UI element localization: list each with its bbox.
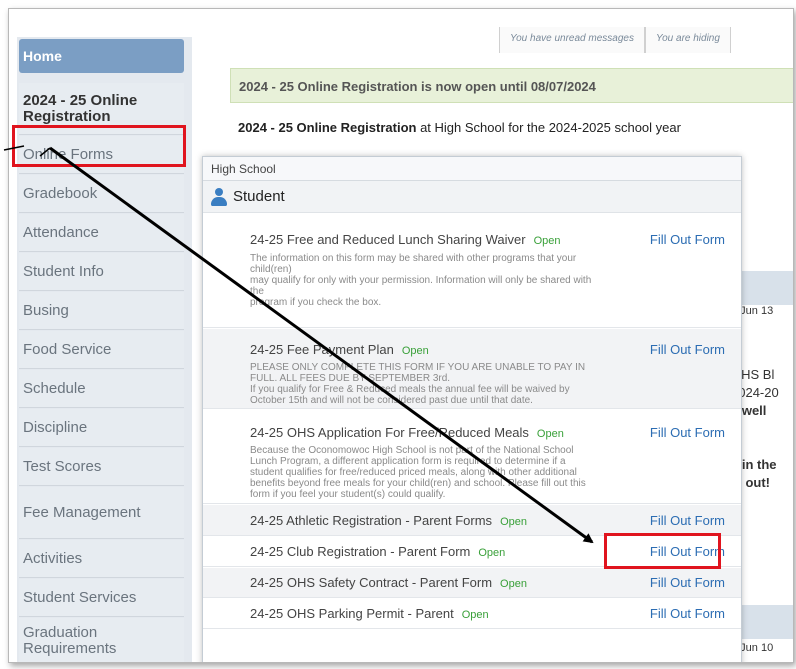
sidebar-item-student-services[interactable]: Student Services: [19, 579, 184, 617]
form-status: Open: [461, 609, 489, 621]
form-status: Open: [478, 547, 506, 559]
fill-out-form-callout: [604, 533, 721, 569]
top-notification-bar: You have unread messages You are hiding: [499, 27, 731, 53]
form-row: 24-25 OHS Application For Free/Reduced M…: [203, 410, 741, 504]
unread-messages-tab[interactable]: You have unread messages: [499, 27, 645, 53]
fill-out-form-link[interactable]: Fill Out Form: [650, 342, 725, 357]
form-status: Open: [536, 428, 564, 440]
registration-line-rest: at High School for the 2024-2025 school …: [416, 120, 681, 135]
form-title: 24-25 Fee Payment Plan Open: [250, 342, 429, 357]
sidebar-item-food-service[interactable]: Food Service: [19, 331, 184, 369]
person-icon: [209, 187, 229, 207]
form-title: 24-25 Free and Reduced Lunch Sharing Wai…: [250, 232, 561, 247]
fill-out-form-link[interactable]: Fill Out Form: [650, 425, 725, 440]
form-title: 24-25 OHS Safety Contract - Parent Form O…: [250, 575, 527, 590]
form-status: Open: [500, 578, 527, 590]
form-row: 24-25 Athletic Registration - Parent For…: [203, 505, 741, 536]
sidebar-item-busing[interactable]: Busing: [19, 292, 184, 330]
student-header: Student: [203, 181, 741, 213]
form-description: Because the Oconomowoc High School is no…: [250, 445, 586, 500]
registration-banner: 2024 - 25 Online Registration is now ope…: [230, 68, 793, 103]
sidebar-item-home[interactable]: Home: [19, 39, 184, 73]
sidebar-item-gradebook[interactable]: Gradebook: [19, 175, 184, 213]
form-row: 24-25 Free and Reduced Lunch Sharing Wai…: [203, 215, 741, 328]
form-status: Open: [401, 345, 429, 357]
form-status: Open: [500, 516, 527, 528]
form-description: The information on this form may be shar…: [250, 253, 592, 308]
student-name: Student: [233, 188, 285, 205]
sidebar-item-test-scores[interactable]: Test Scores: [19, 448, 184, 486]
fill-out-form-link[interactable]: Fill Out Form: [650, 513, 725, 528]
hiding-tab[interactable]: You are hiding: [644, 27, 731, 53]
registration-line: 2024 - 25 Online Registration at High Sc…: [238, 120, 681, 135]
school-header: High School: [203, 157, 741, 181]
form-row: 24-25 OHS Parking Permit - Parent Open Fi…: [203, 599, 741, 629]
form-title: 24-25 OHS Application For Free/Reduced M…: [250, 425, 564, 440]
form-title: 24-25 Athletic Registration - Parent For…: [250, 513, 527, 528]
form-title: 24-25 OHS Parking Permit - Parent Open: [250, 606, 489, 621]
sidebar-item-attendance[interactable]: Attendance: [19, 214, 184, 252]
fill-out-form-link[interactable]: Fill Out Form: [650, 606, 725, 621]
online-forms-callout: [12, 125, 186, 167]
sidebar-item-schedule[interactable]: Schedule: [19, 370, 184, 408]
form-row: 24-25 Fee Payment Plan Open Fill Out Form…: [203, 329, 741, 409]
form-status: Open: [533, 235, 561, 247]
sidebar-item-student-info[interactable]: Student Info: [19, 253, 184, 291]
sidebar-item-discipline[interactable]: Discipline: [19, 409, 184, 447]
sidebar-item-fee-management[interactable]: Fee Management: [19, 487, 184, 539]
registration-line-bold[interactable]: 2024 - 25 Online Registration: [238, 120, 416, 135]
form-row: 24-25 OHS Safety Contract - Parent Form O…: [203, 568, 741, 598]
fill-out-form-link[interactable]: Fill Out Form: [650, 232, 725, 247]
sidebar-item-activities[interactable]: Activities: [19, 540, 184, 578]
form-description: PLEASE ONLY COMPLETE THIS FORM IF YOU AR…: [250, 362, 586, 406]
online-forms-popup: High School Student 24-25 Free and Reduc…: [202, 156, 742, 662]
form-title: 24-25 Club Registration - Parent Form Ope…: [250, 544, 506, 559]
sidebar-item-graduation-requirements[interactable]: Graduation Requirements: [19, 618, 184, 662]
fill-out-form-link[interactable]: Fill Out Form: [650, 575, 725, 590]
